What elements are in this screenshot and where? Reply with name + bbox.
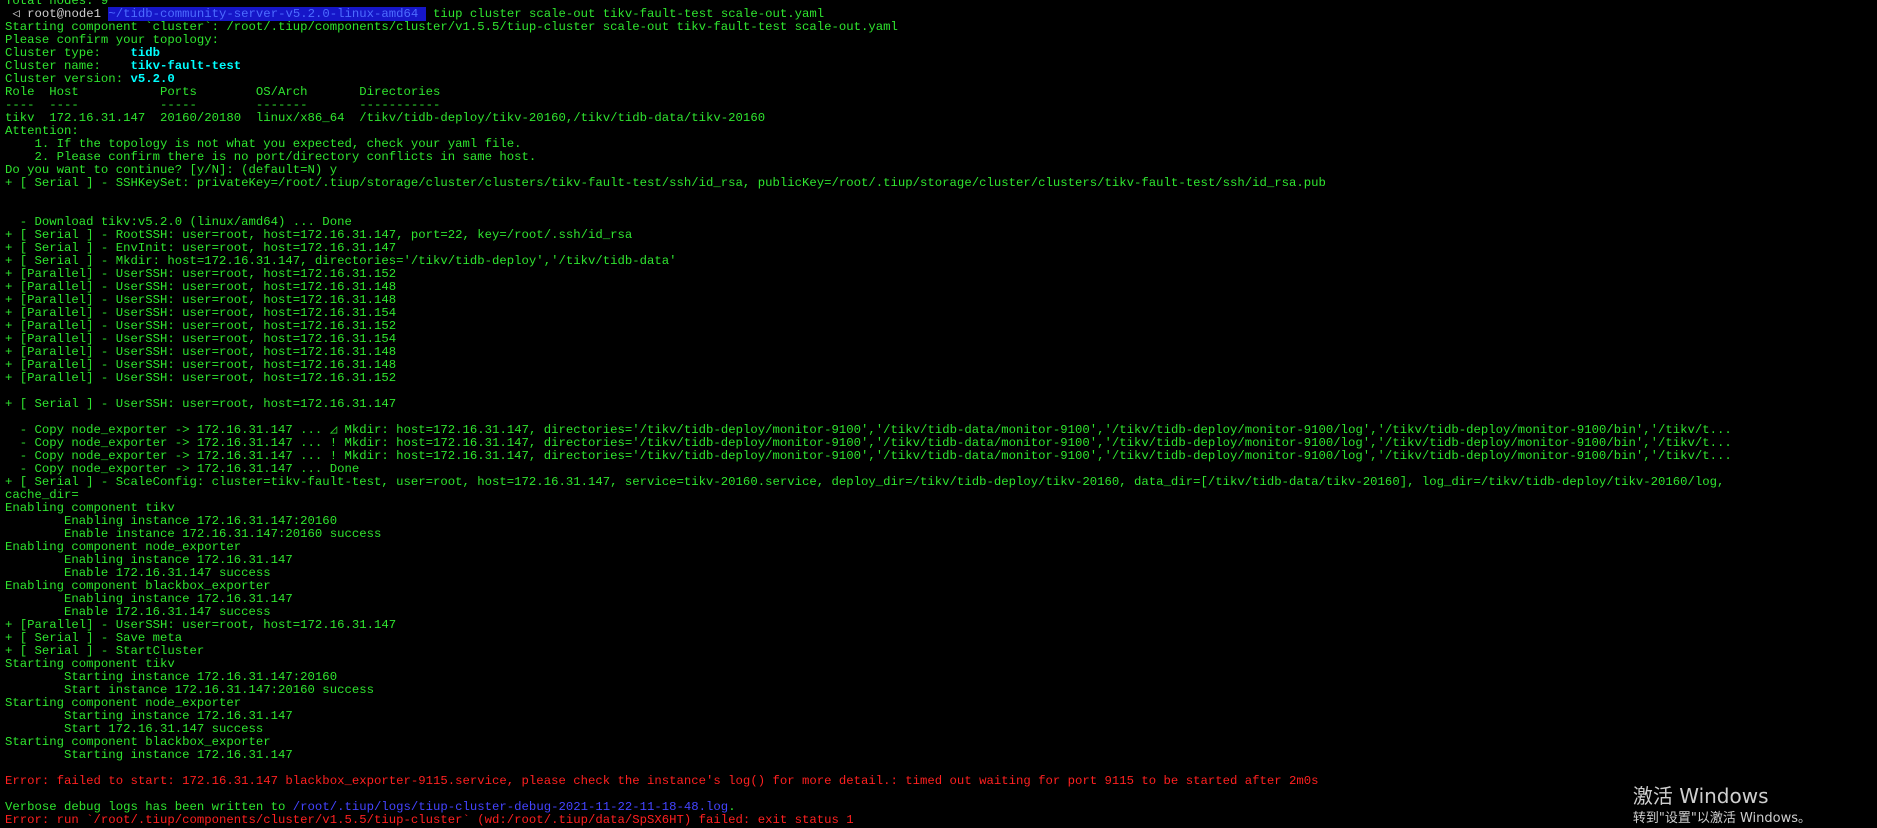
terminal-text: ~/tidb-community-server-v5.2.0-linux-amd… <box>108 7 426 21</box>
terminal-text: Enable 172.16.31.147 success <box>5 566 271 580</box>
terminal-text: + [ Serial ] - Save meta <box>5 631 183 645</box>
terminal-text: Cluster version: <box>5 72 131 86</box>
terminal-text: Start instance 172.16.31.147:20160 succe… <box>5 683 374 697</box>
terminal-text: + [Parallel] - UserSSH: user=root, host=… <box>5 306 397 320</box>
terminal-text: Starting component `cluster`: /root/.tiu… <box>5 20 898 34</box>
terminal-text: + [Parallel] - UserSSH: user=root, host=… <box>5 345 397 359</box>
terminal-text: + [ Serial ] - ScaleConfig: cluster=tikv… <box>5 475 1725 489</box>
terminal-text: Enable instance 172.16.31.147:20160 succ… <box>5 527 382 541</box>
terminal-text: 2. Please confirm there is no port/direc… <box>5 150 537 164</box>
terminal-text: + [Parallel] - UserSSH: user=root, host=… <box>5 618 397 632</box>
terminal-text: tiup cluster scale-out tikv-fault-test s… <box>425 7 825 21</box>
terminal-text: Starting component node_exporter <box>5 696 242 710</box>
terminal-text: + [Parallel] - UserSSH: user=root, host=… <box>5 371 397 385</box>
terminal-text: + [ Serial ] - SSHKeySet: privateKey=/ro… <box>5 176 1326 190</box>
terminal-text: - Copy node_exporter -> 172.16.31.147 ..… <box>5 462 360 476</box>
terminal-text: - Copy node_exporter -> 172.16.31.147 ..… <box>5 423 1732 437</box>
terminal-text: Attention: <box>5 124 79 138</box>
terminal-text: + [ Serial ] - StartCluster <box>5 644 205 658</box>
terminal-text: + [Parallel] - UserSSH: user=root, host=… <box>5 319 397 333</box>
terminal-line: Error: failed to start: 172.16.31.147 bl… <box>5 775 1319 788</box>
terminal-text: ---- ---- ----- ------- ----------- <box>5 98 441 112</box>
terminal-line: + [Parallel] - UserSSH: user=root, host=… <box>5 372 396 385</box>
terminal-text: - Copy node_exporter -> 172.16.31.147 ..… <box>5 449 1732 463</box>
terminal-text: tikv 172.16.31.147 20160/20180 linux/x86… <box>5 111 766 125</box>
terminal-text: + [ Serial ] - EnvInit: user=root, host=… <box>5 241 397 255</box>
terminal-line: tikv 172.16.31.147 20160/20180 linux/x86… <box>5 112 765 125</box>
terminal-text: /root/.tiup/logs/tiup-cluster-debug-2021… <box>292 800 729 814</box>
terminal-text: 1. If the topology is not what you expec… <box>5 137 522 151</box>
terminal-text: Error: failed to start: 172.16.31.147 bl… <box>5 774 1319 788</box>
terminal-text: + [ Serial ] - Mkdir: host=172.16.31.147… <box>5 254 677 268</box>
terminal-text: Starting component blackbox_exporter <box>5 735 271 749</box>
terminal-text: + [Parallel] - UserSSH: user=root, host=… <box>5 332 397 346</box>
terminal-text: Please confirm your topology: <box>5 33 220 47</box>
terminal-text: Starting component tikv <box>5 657 175 671</box>
terminal-text: + [Parallel] - UserSSH: user=root, host=… <box>5 293 397 307</box>
terminal-text: Start 172.16.31.147 success <box>5 722 264 736</box>
terminal-text: ◁ root@node1 <box>5 7 109 21</box>
terminal-line: + [ Serial ] - UserSSH: user=root, host=… <box>5 398 396 411</box>
terminal-text: Enabling component blackbox_exporter <box>5 579 271 593</box>
terminal-text: Enabling component tikv <box>5 501 175 515</box>
windows-activation-watermark: 激活 Windows 转到"设置"以激活 Windows。 <box>1633 784 1811 828</box>
terminal-line: Error: run `/root/.tiup/components/clust… <box>5 814 854 827</box>
watermark-subtitle: 转到"设置"以激活 Windows。 <box>1632 811 1811 826</box>
terminal-text: Error: run `/root/.tiup/components/clust… <box>5 813 854 827</box>
terminal-text: v5.2.0 <box>130 72 175 86</box>
terminal-output[interactable]: Total nodes: 9 ◁ root@node1 ~/tidb-commu… <box>0 0 1877 828</box>
terminal-text: Verbose debug logs has been written to <box>5 800 293 814</box>
terminal-text: Cluster name: <box>5 59 131 73</box>
terminal-text: tikv-fault-test <box>130 59 242 73</box>
terminal-line: Starting instance 172.16.31.147 <box>5 749 293 762</box>
terminal-text: + [Parallel] - UserSSH: user=root, host=… <box>5 358 397 372</box>
terminal-text: tidb <box>130 46 160 60</box>
terminal-text: - Copy node_exporter -> 172.16.31.147 ..… <box>5 436 1732 450</box>
terminal-text: Enabling instance 172.16.31.147:20160 <box>5 514 338 528</box>
watermark-title: 激活 Windows <box>1632 784 1769 808</box>
terminal-text: Starting instance 172.16.31.147 <box>5 709 293 723</box>
terminal-text: Enabling instance 172.16.31.147 <box>5 592 293 606</box>
terminal-text: Starting instance 172.16.31.147 <box>5 748 293 762</box>
terminal-text: + [ Serial ] - UserSSH: user=root, host=… <box>5 397 397 411</box>
terminal-text: + [ Serial ] - RootSSH: user=root, host=… <box>5 228 633 242</box>
terminal-text: + [Parallel] - UserSSH: user=root, host=… <box>5 280 397 294</box>
terminal-text: Enabling instance 172.16.31.147 <box>5 553 293 567</box>
terminal-text: cache_dir= <box>5 488 79 502</box>
terminal-text: + [Parallel] - UserSSH: user=root, host=… <box>5 267 397 281</box>
terminal-text: Starting instance 172.16.31.147:20160 <box>5 670 338 684</box>
terminal-text: Enabling component node_exporter <box>5 540 242 554</box>
terminal-line: + [ Serial ] - ScaleConfig: cluster=tikv… <box>5 476 1724 489</box>
terminal-text: - Download tikv:v5.2.0 (linux/amd64) ...… <box>5 215 352 229</box>
terminal-text: . <box>728 800 736 814</box>
terminal-text: Role Host Ports OS/Arch Directories <box>5 85 441 99</box>
terminal-line: + [ Serial ] - SSHKeySet: privateKey=/ro… <box>5 177 1326 190</box>
terminal-text: Enable 172.16.31.147 success <box>5 605 271 619</box>
terminal-text: Do you want to continue? [y/N]: (default… <box>5 163 338 177</box>
terminal-text: Cluster type: <box>5 46 131 60</box>
